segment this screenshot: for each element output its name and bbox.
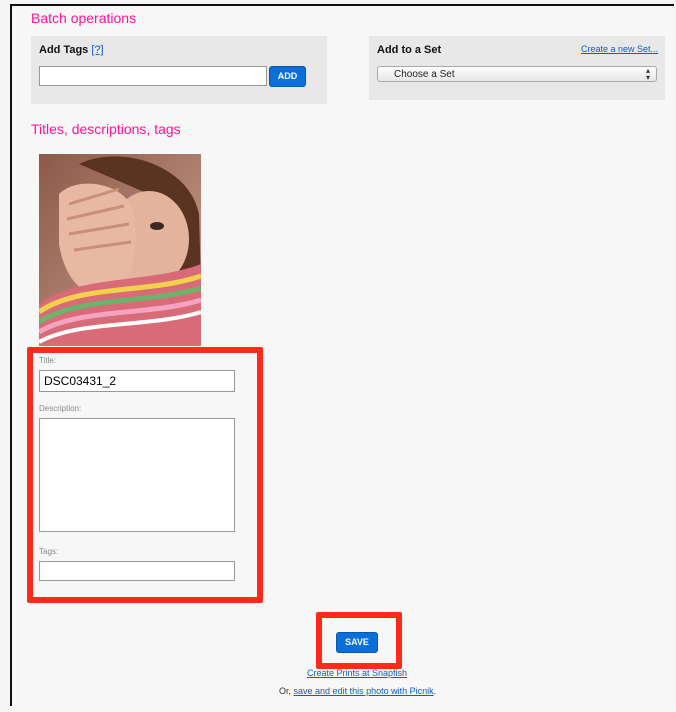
create-prints-snapfish-link[interactable]: Create Prints at Snapfish — [307, 668, 407, 678]
add-to-set-label: Add to a Set — [377, 44, 442, 56]
add-tags-input[interactable] — [39, 66, 267, 86]
picnik-link[interactable]: save and edit this photo with Picnik — [294, 686, 434, 696]
frame-bottom-edge — [10, 706, 676, 712]
save-highlight-box — [316, 612, 402, 669]
batch-operations-heading: Batch operations — [31, 10, 137, 26]
create-new-set-link[interactable]: Create a new Set... — [581, 44, 658, 54]
set-select-value: Choose a Set — [394, 69, 455, 80]
fields-highlight-box — [27, 347, 263, 603]
add-tags-label-row: Add Tags [?] — [39, 44, 104, 56]
picnik-line: Or, save and edit this photo with Picnik… — [279, 686, 436, 696]
photo-thumbnail[interactable] — [39, 154, 201, 346]
set-select[interactable]: Choose a Set ▴ ▾ — [377, 66, 657, 82]
or-text: Or, — [279, 686, 292, 696]
add-tags-help-link[interactable]: [?] — [91, 44, 103, 56]
period-text: . — [433, 686, 437, 696]
select-arrows-icon: ▴ ▾ — [645, 66, 650, 82]
add-to-set-panel: Add to a Set Create a new Set... Choose … — [369, 36, 665, 100]
add-tags-button[interactable]: ADD — [269, 66, 306, 87]
add-tags-panel: Add Tags [?] ADD — [31, 36, 327, 104]
add-tags-label: Add Tags — [39, 44, 89, 56]
photo-image — [39, 154, 201, 346]
titles-descriptions-tags-heading: Titles, descriptions, tags — [31, 121, 181, 137]
